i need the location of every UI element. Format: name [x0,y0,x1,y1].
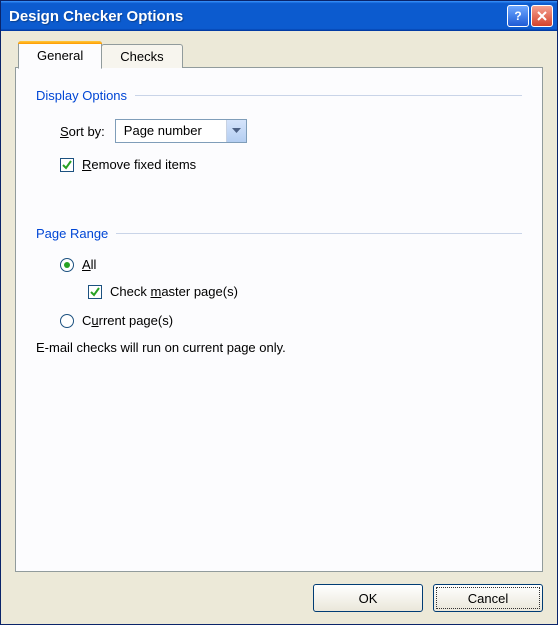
checkmark-icon [61,159,73,171]
page-range-current-row: Current page(s) [60,313,522,328]
page-range-all-radio[interactable] [60,258,74,272]
titlebar: Design Checker Options ? [1,1,557,31]
page-range-current-radio[interactable] [60,314,74,328]
tab-checks[interactable]: Checks [101,44,182,68]
titlebar-buttons: ? [507,5,553,27]
sort-by-field: Sort by: Page number [60,119,522,143]
group-label: Page Range [36,226,116,241]
ok-button[interactable]: OK [313,584,423,612]
sort-by-select[interactable]: Page number [115,119,247,143]
dialog-window: Design Checker Options ? General Checks … [0,0,558,625]
group-display-options: Display Options [36,88,522,103]
page-range-all-label: All [82,257,96,272]
dropdown-button[interactable] [226,120,246,142]
radio-dot-icon [64,262,70,268]
divider [116,233,522,234]
group-page-range: Page Range [36,226,522,241]
tab-strip: General Checks [15,41,543,68]
spacer [36,186,522,226]
check-master-pages-checkbox[interactable] [88,285,102,299]
remove-fixed-items-row: Remove fixed items [60,157,522,172]
cancel-button[interactable]: Cancel [433,584,543,612]
tab-panel-general: Display Options Sort by: Page number [15,67,543,572]
info-text: E-mail checks will run on current page o… [36,340,522,355]
divider [135,95,522,96]
button-bar: OK Cancel [15,572,543,612]
checkmark-icon [89,286,101,298]
dialog-body: General Checks Display Options Sort by: … [1,31,557,624]
remove-fixed-label: Remove fixed items [82,157,196,172]
window-title: Design Checker Options [9,8,507,25]
group-label: Display Options [36,88,135,103]
help-icon: ? [514,9,521,23]
page-range-current-label: Current page(s) [82,313,173,328]
sort-by-value: Page number [116,120,226,142]
tab-label: General [37,48,83,63]
check-master-pages-row: Check master page(s) [88,284,522,299]
help-button[interactable]: ? [507,5,529,27]
chevron-down-icon [232,128,241,134]
tab-label: Checks [120,49,163,64]
remove-fixed-checkbox[interactable] [60,158,74,172]
close-icon [537,11,547,21]
tab-general[interactable]: General [18,41,102,69]
check-master-pages-label: Check master page(s) [110,284,238,299]
page-range-all-row: All [60,257,522,272]
sort-by-label: Sort by: [60,124,105,139]
close-button[interactable] [531,5,553,27]
